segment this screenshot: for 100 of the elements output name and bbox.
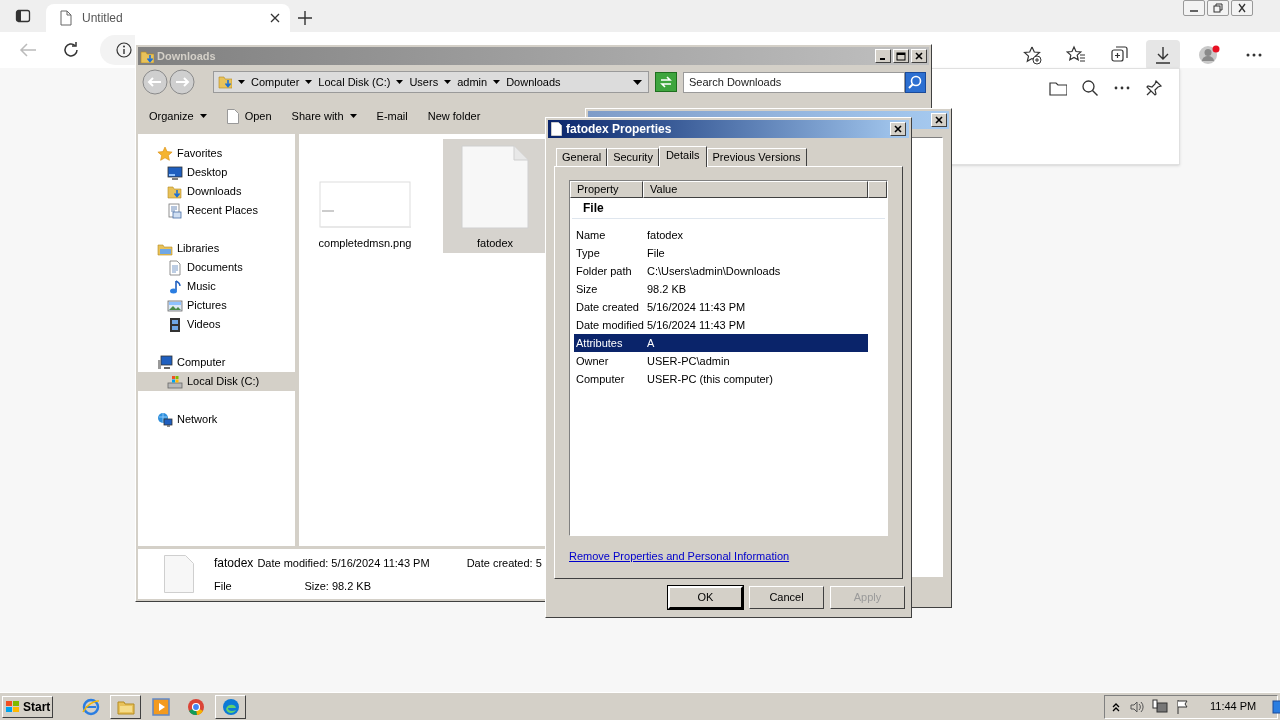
property-row[interactable]: Name fatodex bbox=[574, 226, 868, 244]
navigation-item[interactable]: Network bbox=[138, 410, 295, 429]
file-icon bbox=[226, 108, 239, 124]
blank-file-icon bbox=[461, 144, 529, 229]
column-header[interactable]: Value bbox=[643, 181, 868, 198]
breadcrumb-item[interactable]: Users bbox=[409, 73, 439, 91]
caret-icon bbox=[199, 114, 207, 118]
column-header[interactable]: Property bbox=[570, 181, 643, 198]
folder-icon bbox=[218, 74, 232, 90]
dialog-button[interactable]: OK bbox=[668, 586, 743, 609]
folder-icon[interactable] bbox=[1049, 79, 1067, 97]
navigation-item[interactable]: Pictures bbox=[138, 296, 295, 315]
profile-icon[interactable] bbox=[1198, 44, 1220, 66]
pin-icon[interactable] bbox=[1145, 79, 1163, 97]
plus-icon[interactable] bbox=[298, 11, 312, 25]
search-field[interactable]: Search Downloads bbox=[683, 71, 905, 93]
back-forward-icon[interactable] bbox=[141, 68, 197, 96]
image-thumbnail-icon bbox=[319, 180, 411, 229]
start-button[interactable]: Start bbox=[2, 695, 53, 718]
property-row[interactable]: Size 98.2 KB bbox=[574, 280, 868, 298]
favorite-add-icon[interactable] bbox=[1022, 45, 1042, 65]
property-row[interactable]: Computer USER-PC (this computer) bbox=[574, 370, 868, 388]
network-icon[interactable] bbox=[1152, 698, 1168, 715]
close-icon[interactable] bbox=[914, 51, 924, 61]
navigation-item[interactable]: Favorites bbox=[138, 144, 295, 163]
restore-icon[interactable] bbox=[1210, 1, 1226, 15]
browser-tab[interactable]: Untitled bbox=[46, 4, 290, 32]
more-icon[interactable] bbox=[1246, 53, 1262, 57]
tab[interactable]: General bbox=[556, 148, 608, 166]
search-icon[interactable] bbox=[1081, 79, 1099, 97]
file-item[interactable]: completedmsn.png bbox=[313, 139, 417, 253]
download-icon[interactable] bbox=[1154, 46, 1172, 64]
computer-icon bbox=[157, 354, 173, 371]
info-icon[interactable] bbox=[116, 42, 132, 58]
toolbar-button[interactable]: Open bbox=[226, 105, 272, 127]
dialog-button[interactable]: Cancel bbox=[749, 586, 824, 609]
navigation-item[interactable]: Libraries bbox=[138, 239, 295, 258]
tab[interactable]: Details bbox=[658, 146, 707, 167]
navigation-item[interactable]: Downloads bbox=[138, 182, 295, 201]
group-heading: File bbox=[583, 200, 604, 217]
edge-icon bbox=[221, 697, 240, 716]
navigation-item[interactable]: Computer bbox=[138, 353, 295, 372]
toolbar-button[interactable]: E-mail bbox=[376, 105, 408, 127]
address-bar[interactable] bbox=[100, 35, 135, 65]
file-icon bbox=[551, 122, 562, 136]
taskbar-button[interactable] bbox=[215, 694, 246, 719]
tab[interactable]: Previous Versions bbox=[706, 148, 807, 166]
property-row[interactable]: Date created 5/16/2024 11:43 PM bbox=[574, 298, 868, 316]
breadcrumb-item[interactable]: Computer bbox=[251, 73, 300, 91]
star-icon bbox=[157, 145, 173, 162]
file-name: fatodex bbox=[214, 554, 254, 572]
file-item[interactable]: fatodex bbox=[443, 139, 547, 253]
refresh-icon[interactable] bbox=[62, 41, 80, 59]
chevron-up-icon[interactable] bbox=[1112, 701, 1120, 712]
chrome-icon bbox=[186, 697, 205, 716]
date-created: Date created: 5 bbox=[465, 555, 542, 571]
dialog-title: fatodex Properties bbox=[566, 121, 673, 138]
tab[interactable]: Security bbox=[607, 148, 659, 166]
property-row[interactable]: Owner USER-PC\admin bbox=[574, 352, 868, 370]
dropdown-icon[interactable] bbox=[633, 79, 642, 85]
breadcrumb-item[interactable]: Local Disk (C:) bbox=[318, 73, 391, 91]
maximize-icon[interactable] bbox=[896, 51, 906, 61]
property-row[interactable]: Attributes A bbox=[574, 334, 868, 352]
toolbar-button[interactable]: Share with bbox=[291, 105, 357, 127]
navigation-item[interactable]: Local Disk (C:) bbox=[138, 372, 295, 391]
breadcrumb-item[interactable]: Downloads bbox=[506, 73, 561, 91]
breadcrumb-item[interactable]: admin bbox=[457, 73, 488, 91]
caret-icon[interactable] bbox=[493, 80, 501, 84]
toolbar-button[interactable]: Organize bbox=[149, 105, 207, 127]
remove-properties-link[interactable]: Remove Properties and Personal Information bbox=[569, 548, 790, 565]
property-row[interactable]: Date modified 5/16/2024 11:43 PM bbox=[574, 316, 868, 334]
flag-icon[interactable] bbox=[1176, 698, 1190, 715]
sidebar-icon[interactable] bbox=[15, 8, 31, 24]
navigation-item[interactable]: Recent Places bbox=[138, 201, 295, 220]
film-icon bbox=[167, 316, 183, 333]
navigation-item[interactable]: Desktop bbox=[138, 163, 295, 182]
navigation-item[interactable]: Music bbox=[138, 277, 295, 296]
caret-icon[interactable] bbox=[238, 80, 245, 84]
property-row[interactable]: Type File bbox=[574, 244, 868, 262]
navigation-item[interactable]: Videos bbox=[138, 315, 295, 334]
file-size: Size: 98.2 KB bbox=[303, 578, 373, 594]
pictures-icon bbox=[167, 297, 183, 314]
caret-icon[interactable] bbox=[396, 80, 404, 84]
folder-icon bbox=[167, 183, 183, 200]
navigation-item[interactable]: Documents bbox=[138, 258, 295, 277]
close-icon[interactable] bbox=[893, 124, 903, 134]
close-icon[interactable] bbox=[270, 13, 280, 23]
close-icon[interactable] bbox=[934, 115, 944, 125]
taskbar-button[interactable] bbox=[110, 694, 141, 719]
collections-icon[interactable] bbox=[1110, 45, 1130, 65]
search-icon[interactable] bbox=[905, 71, 926, 93]
caret-icon bbox=[349, 114, 357, 118]
property-row[interactable]: Folder path C:\Users\admin\Downloads bbox=[574, 262, 868, 280]
caret-icon[interactable] bbox=[444, 80, 452, 84]
folder-icon bbox=[140, 49, 154, 63]
toolbar-button[interactable]: New folder bbox=[427, 105, 481, 127]
favorites-icon[interactable] bbox=[1066, 45, 1086, 65]
speaker-icon[interactable] bbox=[1128, 699, 1144, 714]
caret-icon[interactable] bbox=[305, 80, 313, 84]
address-bar[interactable]: Computer Local Disk (C:) Users admin Downloads bbox=[213, 71, 649, 93]
